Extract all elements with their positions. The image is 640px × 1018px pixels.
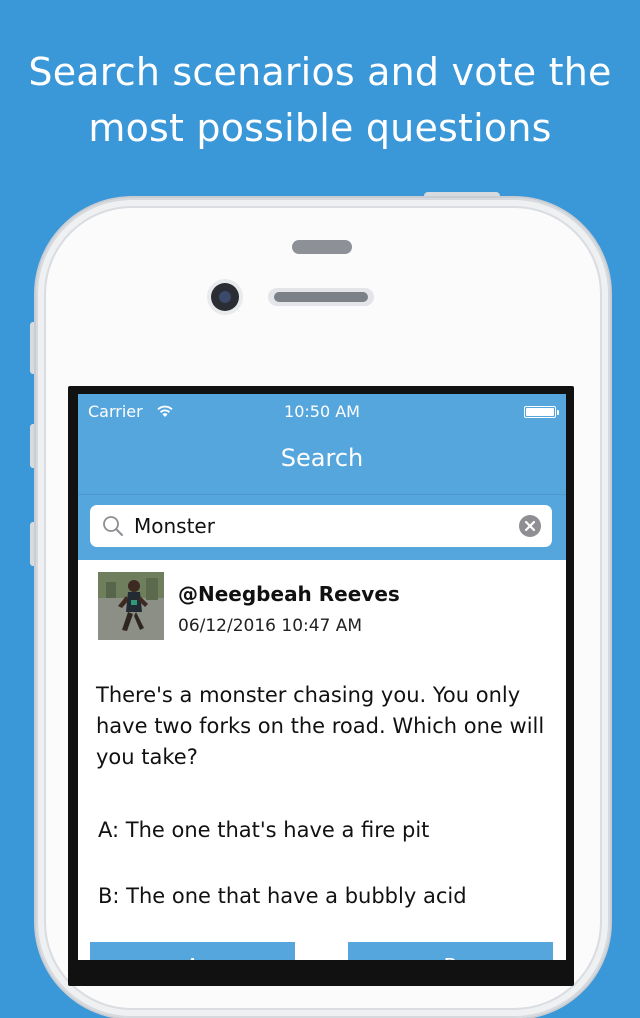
page-title: Search — [280, 444, 364, 472]
option-a-text: A: The one that's have a fire pit — [98, 818, 430, 842]
headline: Search scenarios and vote the most possi… — [0, 44, 640, 156]
battery-icon — [524, 406, 559, 418]
post-timestamp: 06/12/2016 10:47 AM — [178, 616, 363, 636]
search-icon — [103, 516, 123, 536]
vote-a-button[interactable]: A — [90, 942, 295, 960]
post-username[interactable]: @Neegbeah Reeves — [178, 582, 400, 606]
front-camera-icon — [211, 283, 239, 311]
status-time: 10:50 AM — [284, 402, 360, 421]
search-input[interactable] — [134, 505, 504, 547]
search-field[interactable] — [90, 505, 552, 547]
headline-line-1: Search scenarios and vote the — [28, 50, 612, 94]
phone-sensor — [292, 240, 352, 254]
earpiece-speaker — [268, 288, 374, 306]
search-bar — [78, 494, 566, 560]
app-screen: Carrier 10:50 AM Search Monster @Neegbea… — [78, 394, 566, 960]
clear-icon[interactable] — [519, 515, 541, 537]
headline-line-2: most possible questions — [88, 106, 552, 150]
avatar[interactable] — [98, 572, 164, 640]
option-b-text: B: The one that have a bubbly acid — [98, 884, 467, 908]
vote-b-button[interactable]: B — [348, 942, 553, 960]
question-text: There's a monster chasing you. You only … — [96, 683, 545, 769]
navigation-bar: Carrier 10:50 AM Search — [78, 394, 566, 494]
